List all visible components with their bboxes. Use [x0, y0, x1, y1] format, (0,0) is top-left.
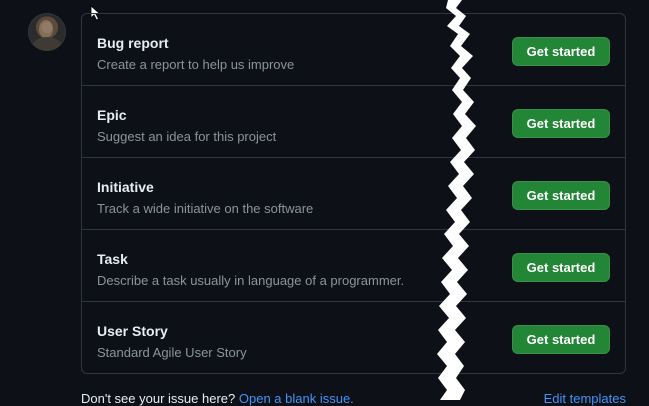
torn-edge-divider	[437, 0, 476, 400]
